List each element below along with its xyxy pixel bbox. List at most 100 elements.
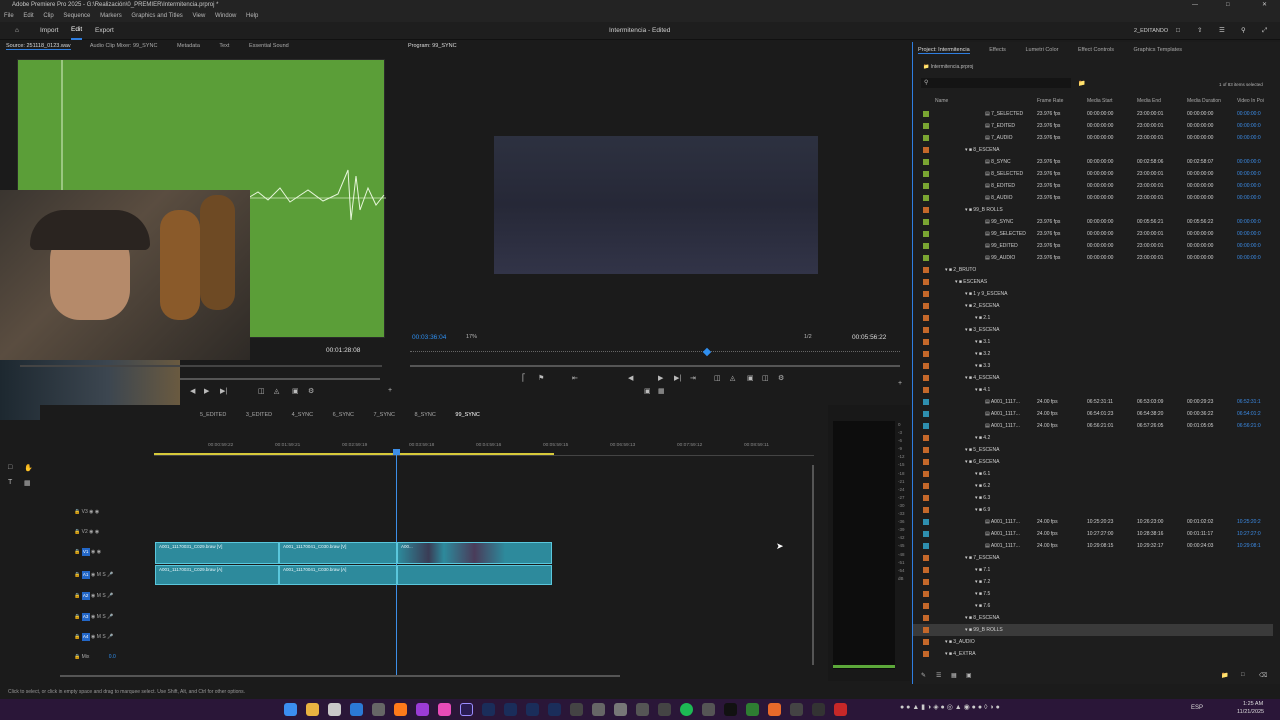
label-color-swatch[interactable] <box>923 339 929 345</box>
spotify-icon[interactable] <box>680 703 693 716</box>
clock-date[interactable]: 11/21/2025 <box>1237 709 1264 715</box>
label-color-swatch[interactable] <box>923 555 929 561</box>
app-icon[interactable] <box>812 703 825 716</box>
menu-window[interactable]: Window <box>215 13 236 19</box>
new-bin-icon[interactable]: 📁 <box>1221 672 1228 679</box>
video-clip[interactable]: A001_11170041_C030.braw [V] <box>279 542 397 564</box>
seq-tab-5-edited[interactable]: 5_EDITED <box>200 412 226 418</box>
add-button-icon[interactable]: + <box>898 380 902 387</box>
project-item-row[interactable]: ▤ A001_1117... 24.00 fps 10:27:27:00 10:28:… <box>913 528 1273 540</box>
menu-markers[interactable]: Markers <box>100 13 122 19</box>
type-tool-icon[interactable]: T <box>8 479 12 486</box>
app-icon[interactable] <box>438 703 451 716</box>
extract-icon[interactable]: ◬ <box>730 374 735 382</box>
icon-view-icon[interactable]: ▦ <box>951 672 957 679</box>
search-icon[interactable]: ⚲ <box>1241 22 1246 40</box>
app-icon[interactable] <box>416 703 429 716</box>
tab-essential-sound[interactable]: Essential Sound <box>249 43 289 49</box>
label-color-swatch[interactable] <box>923 363 929 369</box>
project-bin-row[interactable]: ▾ ■ 3.2 <box>913 348 1273 360</box>
project-bin-row[interactable]: ▾ ■ 3.1 <box>913 336 1273 348</box>
crop-icon[interactable]: ▦ <box>658 387 665 395</box>
tab-audio-mixer[interactable]: Audio Clip Mixer: 99_SYNC <box>90 43 158 49</box>
project-bin-row[interactable]: ▾ ■ 4_EXTRA <box>913 648 1273 660</box>
project-bin-row[interactable]: ▾ ■ 7_ESCENA <box>913 552 1273 564</box>
app-icon[interactable] <box>724 703 737 716</box>
app-icon[interactable] <box>592 703 605 716</box>
project-bin-row[interactable]: ▾ ■ 8_ESCENA <box>913 144 1273 156</box>
tab-text[interactable]: Text <box>219 43 229 49</box>
audio-clip[interactable] <box>397 565 552 585</box>
project-item-row[interactable]: ▤ 7_EDITED 23.976 fps 00:00:00:00 23:00:00:… <box>913 120 1273 132</box>
label-color-swatch[interactable] <box>923 159 929 165</box>
tab-export[interactable]: Export <box>95 22 114 40</box>
label-color-swatch[interactable] <box>923 507 929 513</box>
label-color-swatch[interactable] <box>923 255 929 261</box>
media-encoder-icon[interactable] <box>548 703 561 716</box>
project-item-row[interactable]: ▤ 99_SELECTED 23.976 fps 00:00:00:00 23:00:… <box>913 228 1273 240</box>
panel-menu-icon[interactable]: ☰ <box>1219 22 1225 40</box>
project-bin-row[interactable]: ▾ ■ 7.1 <box>913 564 1273 576</box>
premiere-icon[interactable] <box>460 703 473 716</box>
program-tab[interactable]: Program: 99_SYNC <box>408 43 457 49</box>
label-color-swatch[interactable] <box>923 207 929 213</box>
label-color-swatch[interactable] <box>923 219 929 225</box>
project-bin-row[interactable]: ▾ ■ 99_B ROLLS <box>913 204 1273 216</box>
insert-icon[interactable]: ◫ <box>258 387 265 395</box>
label-color-swatch[interactable] <box>923 483 929 489</box>
label-color-swatch[interactable] <box>923 135 929 141</box>
label-color-swatch[interactable] <box>923 375 929 381</box>
label-color-swatch[interactable] <box>923 531 929 537</box>
project-item-row[interactable]: ▤ A001_1117... 24.00 fps 10:25:20:23 10:26:… <box>913 516 1273 528</box>
workspaces-icon[interactable]: □ <box>1176 22 1180 40</box>
label-color-swatch[interactable] <box>923 471 929 477</box>
share-icon[interactable]: ⇧ <box>1197 22 1202 40</box>
menu-file[interactable]: File <box>4 13 14 19</box>
vertical-type-icon[interactable]: ▦ <box>24 479 31 487</box>
label-color-swatch[interactable] <box>923 111 929 117</box>
project-bin-row[interactable]: ▾ ■ 2_ESCENA <box>913 300 1273 312</box>
project-bin-row[interactable]: ▾ ■ 5_ESCENA <box>913 444 1273 456</box>
label-color-swatch[interactable] <box>923 315 929 321</box>
menu-graphics[interactable]: Graphics and Titles <box>131 13 182 19</box>
label-color-swatch[interactable] <box>923 243 929 249</box>
mix-value[interactable]: 0.0 <box>109 654 116 660</box>
tab-import[interactable]: Import <box>40 22 58 40</box>
app-icon[interactable] <box>702 703 715 716</box>
project-bin-row[interactable]: ▾ ■ 7.2 <box>913 576 1273 588</box>
project-item-row[interactable]: ▤ 7_SELECTED 23.976 fps 00:00:00:00 23:00:0… <box>913 108 1273 120</box>
maximize-icon[interactable]: □ <box>1226 0 1230 11</box>
project-item-row[interactable]: ▤ 8_EDITED 23.976 fps 00:00:00:00 23:00:00:… <box>913 180 1273 192</box>
label-color-swatch[interactable] <box>923 147 929 153</box>
project-bin-row[interactable]: ▾ ■ 2.1 <box>913 312 1273 324</box>
seq-tab-6-sync[interactable]: 6_SYNC <box>333 412 354 418</box>
program-video-frame[interactable] <box>494 136 818 274</box>
label-color-swatch[interactable] <box>923 579 929 585</box>
new-item-icon[interactable]: □ <box>1241 672 1245 678</box>
zoom-select[interactable]: 17% <box>466 334 477 340</box>
label-color-swatch[interactable] <box>923 615 929 621</box>
language-indicator[interactable]: ESP <box>1191 705 1203 711</box>
label-color-swatch[interactable] <box>923 591 929 597</box>
track-v1[interactable]: 🔒 V1 ◉ ◉ <box>74 548 101 556</box>
label-color-swatch[interactable] <box>923 411 929 417</box>
resolve-icon[interactable] <box>504 703 517 716</box>
file-explorer-icon[interactable] <box>306 703 319 716</box>
project-bin-row[interactable]: ▾ ■ 7.5 <box>913 588 1273 600</box>
playhead-handle[interactable] <box>393 449 400 455</box>
menu-clip[interactable]: Clip <box>43 13 53 19</box>
close-icon[interactable]: ✕ <box>1262 0 1267 11</box>
program-timecode[interactable]: 00:03:36:04 <box>412 334 446 341</box>
app-icon[interactable] <box>658 703 671 716</box>
track-a2[interactable]: 🔒 A2 ◉ M S 🎤 <box>74 592 113 600</box>
list-view-icon[interactable]: ☰ <box>936 672 941 679</box>
project-item-row[interactable]: ▤ 99_EDITED 23.976 fps 00:00:00:00 23:00:00… <box>913 240 1273 252</box>
label-color-swatch[interactable] <box>923 435 929 441</box>
project-bin-row[interactable]: ▾ ■ 6.9 <box>913 504 1273 516</box>
project-bin-row[interactable]: ▾ ■ ESCENAS <box>913 276 1273 288</box>
project-bin-row[interactable]: ▾ ■ 6.1 <box>913 468 1273 480</box>
source-timecode[interactable]: 00:01:28:08 <box>326 347 360 354</box>
rectangle-tool-icon[interactable]: □ <box>8 464 12 471</box>
label-color-swatch[interactable] <box>923 231 929 237</box>
label-color-swatch[interactable] <box>923 603 929 609</box>
